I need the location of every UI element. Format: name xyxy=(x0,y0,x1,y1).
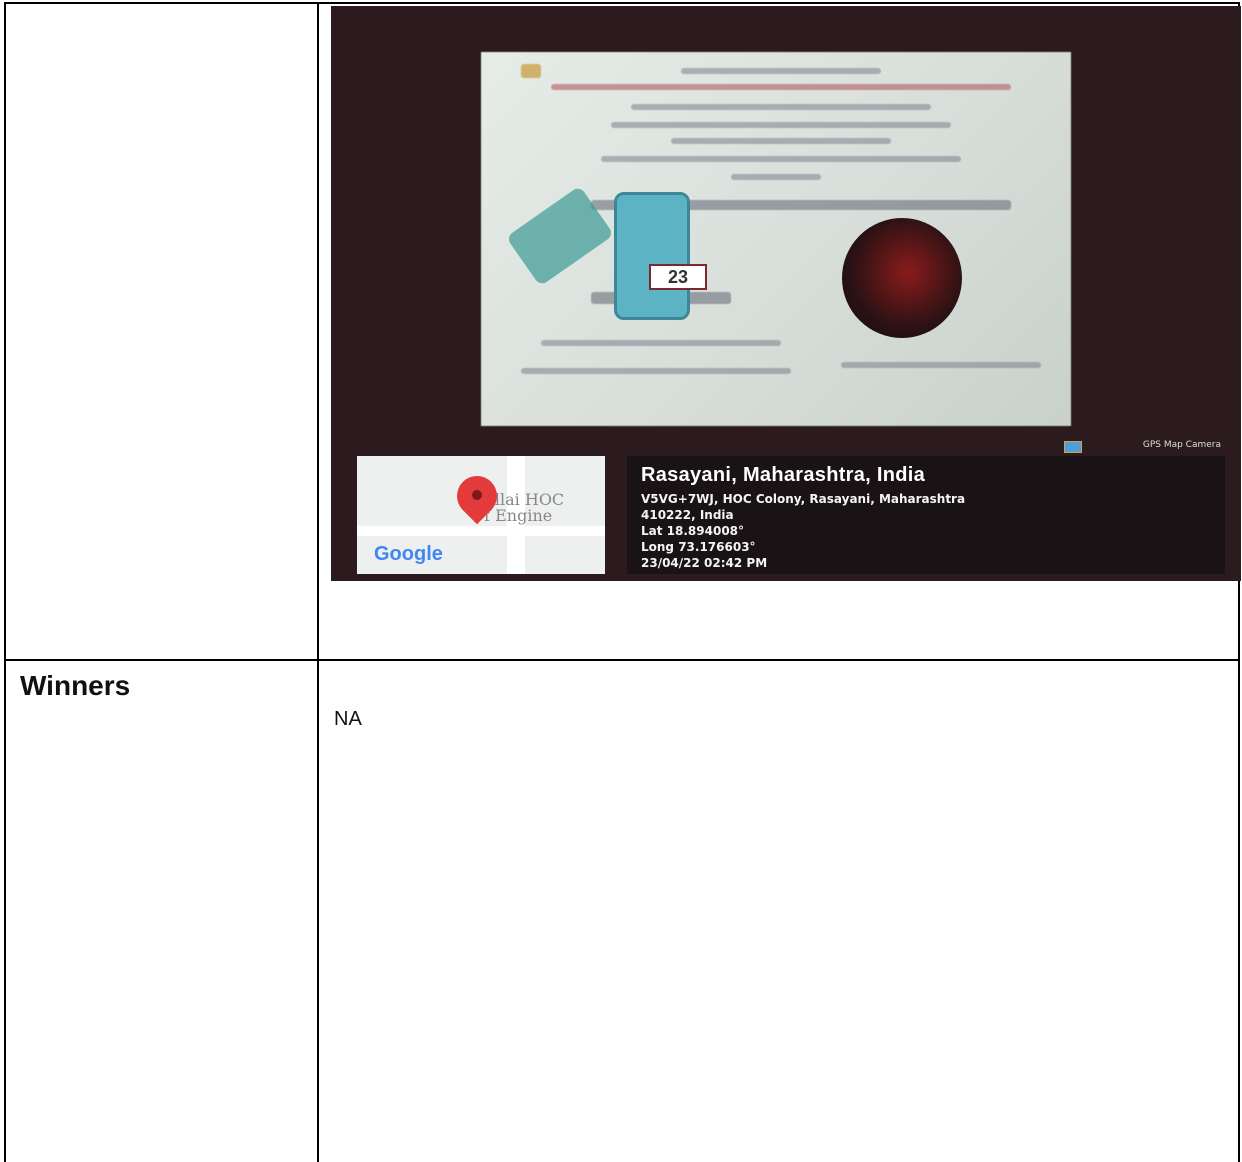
speaker-photo xyxy=(842,218,962,338)
poster-text-line xyxy=(521,368,791,374)
poster-text-line xyxy=(841,362,1041,368)
phone-graphic xyxy=(614,192,690,320)
poster-date: 23 xyxy=(649,264,707,290)
location-latitude: Lat 18.894008° xyxy=(641,524,745,538)
poster-text-line xyxy=(601,156,961,162)
poster-text-line xyxy=(541,340,781,346)
poster-text-line xyxy=(671,138,891,144)
poster-text-line xyxy=(551,84,1011,90)
event-photo: 23 GPS Map Camera Pillai HOC Of Engine G… xyxy=(331,6,1241,581)
poster-text-line xyxy=(681,68,881,74)
poster-logo xyxy=(521,64,541,78)
gps-camera-icon xyxy=(1064,441,1082,453)
location-longitude: Long 73.176603° xyxy=(641,540,756,554)
poster-text-line xyxy=(731,174,821,180)
row-divider xyxy=(6,659,1238,661)
poster-text-line xyxy=(631,104,931,110)
poster-text-line xyxy=(611,122,951,128)
location-timestamp: 23/04/22 02:42 PM xyxy=(641,556,768,570)
location-title: Rasayani, Maharashtra, India xyxy=(641,464,926,486)
map-pin-dot xyxy=(472,490,482,500)
winners-label: Winners xyxy=(20,670,131,701)
winners-value: NA xyxy=(334,708,362,730)
location-address-line: V5VG+7WJ, HOC Colony, Rasayani, Maharash… xyxy=(641,492,966,506)
google-logo-text: Google xyxy=(374,543,443,565)
google-logo: Google xyxy=(374,543,443,566)
gps-badge: GPS Map Camera xyxy=(1142,440,1221,450)
location-info-card: Rasayani, Maharashtra, India V5VG+7WJ, H… xyxy=(627,456,1225,574)
column-divider xyxy=(317,4,319,1162)
location-address-line: 410222, India xyxy=(641,508,734,522)
map-road xyxy=(357,526,605,536)
